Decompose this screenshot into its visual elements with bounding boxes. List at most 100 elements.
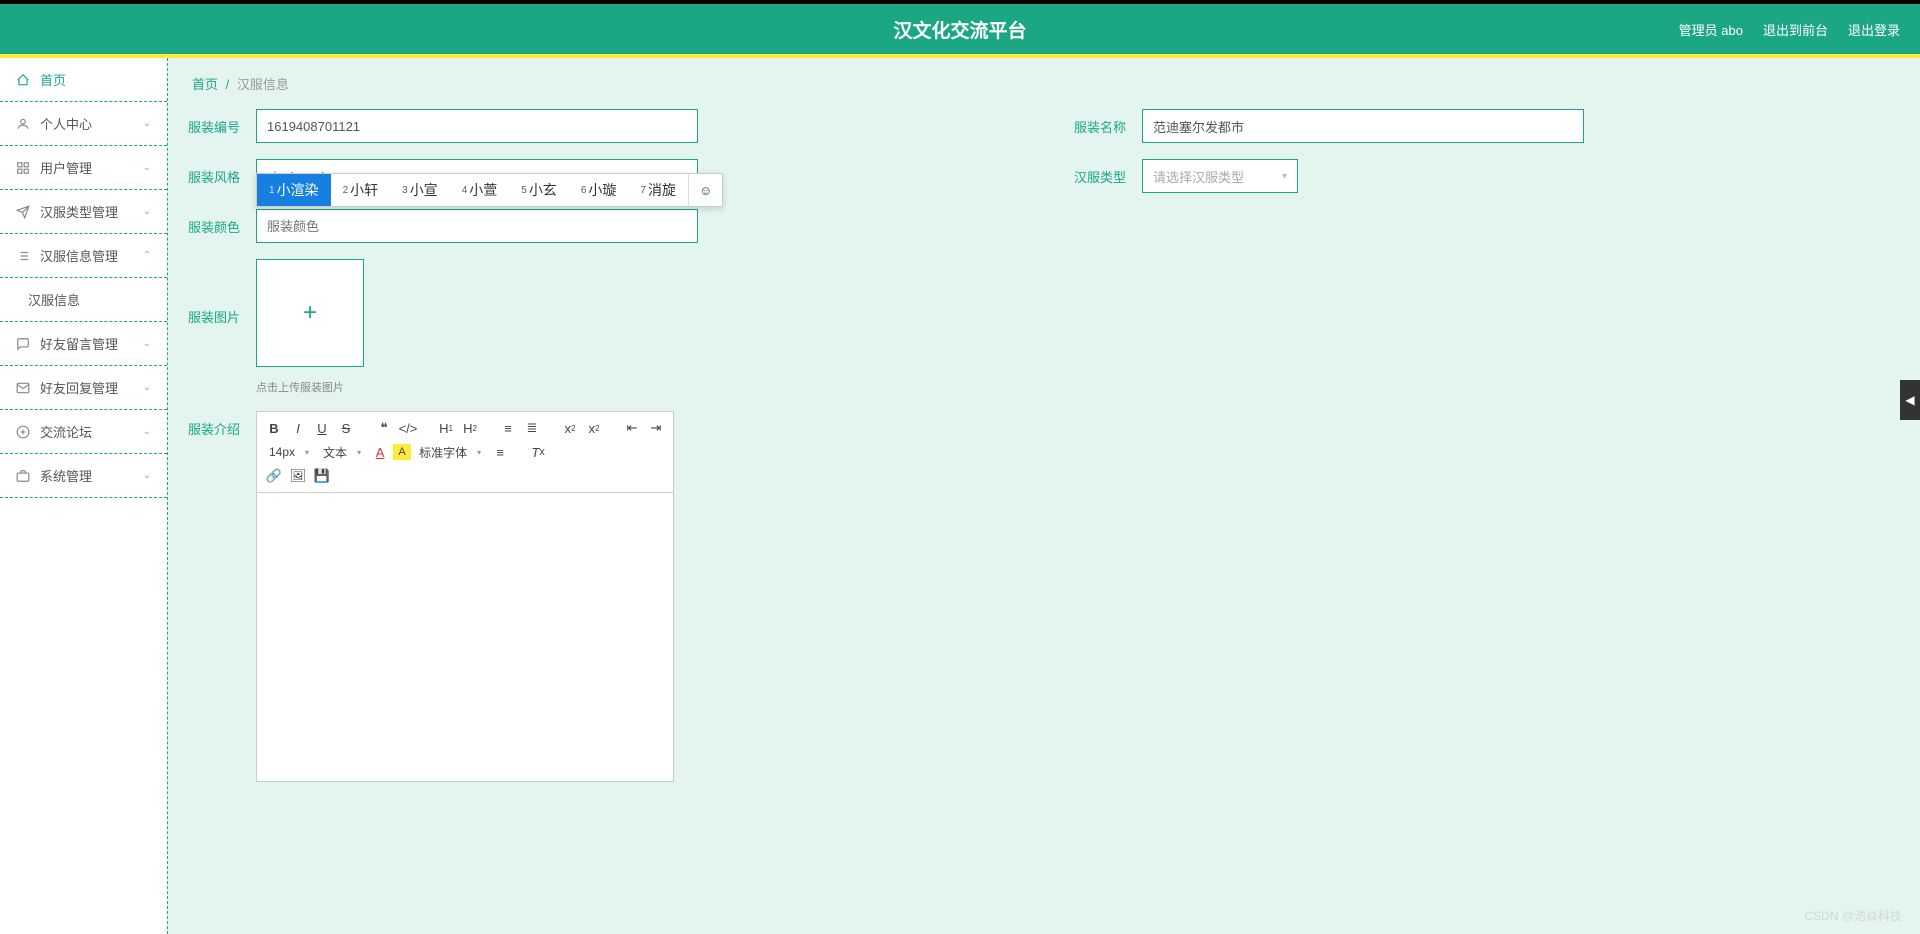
type-select[interactable]: 请选择汉服类型 ▾	[1142, 159, 1298, 193]
app-title: 汉文化交流平台	[893, 16, 1026, 43]
chevron-down-icon: ⌄	[143, 206, 151, 217]
name-input[interactable]	[1142, 109, 1584, 143]
side-float-tab[interactable]: ◀	[1900, 380, 1920, 420]
sidebar-item-users[interactable]: 用户管理 ⌄	[0, 146, 167, 190]
chevron-down-icon: ⌄	[143, 338, 151, 349]
sidebar-item-profile[interactable]: 个人中心 ⌄	[0, 102, 167, 146]
breadcrumb-home[interactable]: 首页	[192, 77, 218, 92]
user-icon	[16, 117, 30, 131]
sidebar: 首页 个人中心 ⌄ 用户管理 ⌄ 汉服类型管理 ⌄ 汉服信息管理 ⌃ 汉服信息 …	[0, 58, 168, 934]
breadcrumb-sep: /	[226, 77, 230, 92]
id-input[interactable]	[256, 109, 698, 143]
image-label: 服装图片	[188, 259, 244, 326]
image-upload-box[interactable]: +	[256, 259, 364, 367]
image-button[interactable]: 🖼	[287, 465, 309, 487]
list-icon	[16, 249, 30, 263]
editor-toolbar: B I U S ❝ </> H1 H2 ≡ ≣ x2	[256, 411, 674, 492]
italic-button[interactable]: I	[287, 417, 309, 439]
sidebar-item-system[interactable]: 系统管理 ⌄	[0, 454, 167, 498]
ime-candidate[interactable]: 4小萱	[450, 174, 510, 206]
strike-button[interactable]: S	[335, 417, 357, 439]
briefcase-icon	[16, 469, 30, 483]
sidebar-item-friend-reply[interactable]: 好友回复管理 ⌄	[0, 366, 167, 410]
comment-icon	[16, 425, 30, 439]
breadcrumb: 首页 / 汉服信息	[192, 74, 1900, 93]
ime-emoji-button[interactable]: ☺	[688, 174, 722, 206]
sidebar-item-forum[interactable]: 交流论坛 ⌄	[0, 410, 167, 454]
bold-button[interactable]: B	[263, 417, 285, 439]
ul-button[interactable]: ≣	[521, 417, 543, 439]
underline-button[interactable]: U	[311, 417, 333, 439]
code-button[interactable]: </>	[397, 417, 419, 439]
save-button[interactable]: 💾	[311, 465, 333, 487]
ime-candidate[interactable]: 1小渲染	[257, 174, 331, 206]
upload-hint: 点击上传服装图片	[256, 379, 364, 395]
chevron-down-icon: ⌄	[143, 426, 151, 437]
send-icon	[16, 205, 30, 219]
menu-label: 汉服类型管理	[40, 202, 118, 221]
sidebar-item-hanfu-info[interactable]: 汉服信息管理 ⌃	[0, 234, 167, 278]
back-to-front[interactable]: 退出到前台	[1763, 20, 1828, 39]
name-label: 服装名称	[1074, 109, 1130, 136]
ime-candidate[interactable]: 6小璇	[569, 174, 629, 206]
ime-candidate[interactable]: 5小玄	[509, 174, 569, 206]
menu-label: 好友留言管理	[40, 334, 118, 353]
fontsize-select[interactable]: 14px▾	[263, 441, 315, 463]
chat-icon	[16, 337, 30, 351]
clear-format-button[interactable]: Tx	[527, 441, 549, 463]
align-button[interactable]: ≡	[489, 441, 511, 463]
logout-link[interactable]: 退出登录	[1848, 20, 1900, 39]
ol-button[interactable]: ≡	[497, 417, 519, 439]
subscript-button[interactable]: x2	[559, 417, 581, 439]
editor-body[interactable]	[256, 492, 674, 782]
link-button[interactable]: 🔗	[263, 465, 285, 487]
chevron-down-icon: ⌄	[143, 382, 151, 393]
sidebar-item-hanfu-type[interactable]: 汉服类型管理 ⌄	[0, 190, 167, 234]
style-label: 服装风格	[188, 159, 244, 186]
ime-candidate[interactable]: 2小轩	[331, 174, 391, 206]
menu-label: 汉服信息管理	[40, 246, 118, 265]
chevron-down-icon: ⌄	[143, 118, 151, 129]
text-color-button[interactable]: A	[369, 441, 391, 463]
chevron-up-icon: ⌃	[143, 250, 151, 261]
id-label: 服装编号	[188, 109, 244, 136]
type-placeholder: 请选择汉服类型	[1153, 167, 1244, 186]
breadcrumb-current: 汉服信息	[237, 77, 289, 92]
texttype-select[interactable]: 文本▾	[317, 441, 367, 463]
h2-button[interactable]: H2	[459, 417, 481, 439]
outdent-button[interactable]: ⇥	[645, 417, 667, 439]
sidebar-item-home[interactable]: 首页	[0, 58, 167, 102]
type-label: 汉服类型	[1074, 159, 1130, 186]
grid-icon	[16, 161, 30, 175]
rich-text-editor: B I U S ❝ </> H1 H2 ≡ ≣ x2	[256, 411, 674, 782]
color-input[interactable]	[256, 209, 698, 243]
indent-button[interactable]: ⇤	[621, 417, 643, 439]
quote-button[interactable]: ❝	[373, 417, 395, 439]
menu-label: 好友回复管理	[40, 378, 118, 397]
intro-label: 服装介绍	[188, 411, 244, 438]
menu-label: 系统管理	[40, 466, 92, 485]
fontfamily-select[interactable]: 标准字体▾	[413, 441, 487, 463]
ime-candidate-bar: 1小渲染 2小轩 3小宣 4小萱 5小玄 6小璇 7消旋 ☺	[256, 173, 723, 207]
plus-icon: +	[303, 299, 317, 327]
admin-label[interactable]: 管理员 abo	[1679, 20, 1743, 39]
menu-label: 用户管理	[40, 158, 92, 177]
watermark: CSDN @浩焱科技	[1804, 907, 1902, 924]
sidebar-item-friend-msg[interactable]: 好友留言管理 ⌄	[0, 322, 167, 366]
chevron-down-icon: ⌄	[143, 470, 151, 481]
main-content: 首页 / 汉服信息 服装编号 服装名称 服装风格	[168, 58, 1920, 934]
sidebar-sub-hanfu-info[interactable]: 汉服信息	[0, 278, 167, 322]
color-label: 服装颜色	[188, 209, 244, 236]
menu-label: 首页	[40, 70, 66, 89]
superscript-button[interactable]: x2	[583, 417, 605, 439]
ime-candidate[interactable]: 7消旋	[628, 174, 688, 206]
menu-label: 个人中心	[40, 114, 92, 133]
chevron-down-icon: ⌄	[143, 162, 151, 173]
mail-icon	[16, 381, 30, 395]
header: 汉文化交流平台 管理员 abo 退出到前台 退出登录	[0, 4, 1920, 54]
h1-button[interactable]: H1	[435, 417, 457, 439]
bg-color-button[interactable]: A	[393, 444, 411, 460]
home-icon	[16, 73, 30, 87]
header-right: 管理员 abo 退出到前台 退出登录	[1679, 20, 1900, 39]
ime-candidate[interactable]: 3小宣	[390, 174, 450, 206]
